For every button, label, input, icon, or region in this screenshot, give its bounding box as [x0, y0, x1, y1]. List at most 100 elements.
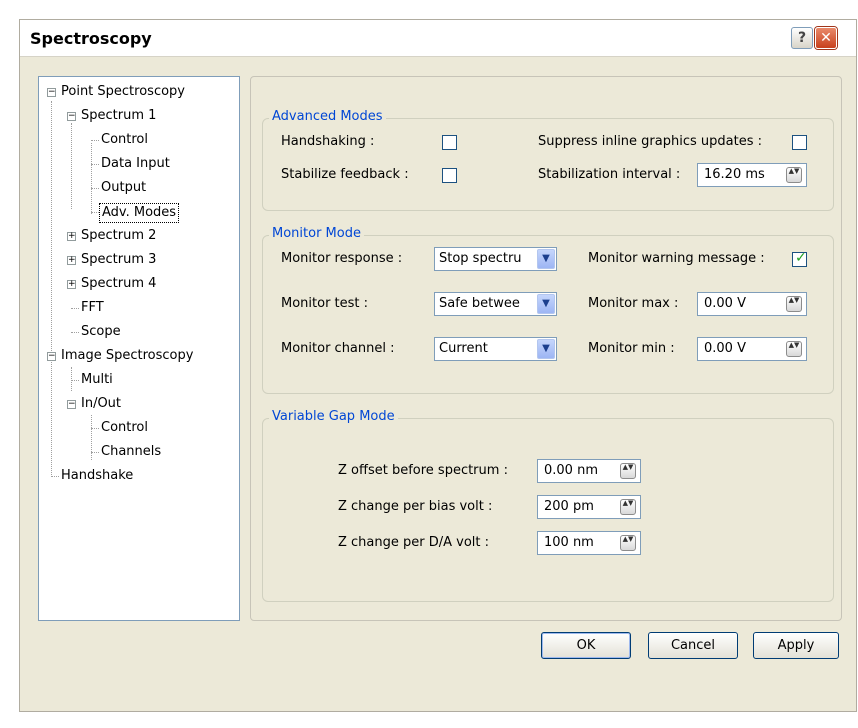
spin-icon[interactable]: ▲▼ — [786, 167, 802, 183]
spin-icon[interactable]: ▲▼ — [786, 341, 802, 357]
monitor-channel-select[interactable]: Current ▼ — [434, 337, 557, 361]
tree-item-image-spectroscopy[interactable]: Image Spectroscopy — [61, 347, 193, 365]
advanced-modes-title: Advanced Modes — [269, 109, 386, 124]
tree-line — [71, 332, 79, 333]
suppress-label: Suppress inline graphics updates : — [538, 134, 762, 149]
ok-button[interactable]: OK — [541, 632, 631, 659]
advanced-modes-group: Advanced Modes Handshaking : Suppress in… — [262, 109, 834, 211]
cancel-button[interactable]: Cancel — [648, 632, 738, 659]
tree-item-scope[interactable]: Scope — [81, 323, 121, 341]
stabilize-checkbox[interactable] — [442, 168, 457, 183]
warning-checkbox[interactable]: ✓ — [792, 250, 807, 267]
monitor-max-spinner[interactable]: 0.00 V ▲▼ — [697, 292, 807, 316]
tree-item-control[interactable]: Control — [101, 131, 148, 149]
monitor-test-label: Monitor test : — [281, 296, 369, 311]
tree-item-spectrum-4[interactable]: Spectrum 4 — [81, 275, 156, 293]
monitor-response-select[interactable]: Stop spectru ▼ — [434, 247, 557, 271]
monitor-channel-value: Current — [439, 341, 488, 356]
collapse-icon[interactable]: − — [47, 352, 56, 361]
tree-line — [91, 428, 99, 429]
z-bias-value: 200 pm — [544, 499, 594, 514]
tree-line — [51, 101, 52, 477]
tree-item-fft[interactable]: FFT — [81, 299, 104, 317]
z-offset-spinner[interactable]: 0.00 nm ▲▼ — [537, 459, 641, 483]
spin-icon[interactable]: ▲▼ — [620, 499, 636, 515]
suppress-checkbox[interactable] — [792, 135, 807, 150]
monitor-min-label: Monitor min : — [588, 341, 675, 356]
interval-spinner[interactable]: 16.20 ms ▲▼ — [697, 163, 807, 187]
navigation-tree[interactable]: − Point Spectroscopy − Spectrum 1 Contro… — [38, 76, 240, 621]
z-bias-label: Z change per bias volt : — [338, 499, 493, 514]
monitor-max-label: Monitor max : — [588, 296, 679, 311]
tree-line — [71, 380, 79, 381]
tree-item-io-control[interactable]: Control — [101, 419, 148, 437]
expand-icon[interactable]: + — [67, 232, 76, 241]
collapse-icon[interactable]: − — [67, 400, 76, 409]
variable-gap-group: Variable Gap Mode Z offset before spectr… — [262, 409, 834, 602]
collapse-icon[interactable]: − — [47, 88, 56, 97]
tree-item-point-spectroscopy[interactable]: Point Spectroscopy — [61, 83, 185, 101]
settings-panel: Advanced Modes Handshaking : Suppress in… — [250, 76, 842, 621]
monitor-max-value: 0.00 V — [704, 296, 746, 311]
tree-item-spectrum-2[interactable]: Spectrum 2 — [81, 227, 156, 245]
z-offset-label: Z offset before spectrum : — [338, 463, 508, 478]
spin-icon[interactable]: ▲▼ — [786, 296, 802, 312]
chevron-down-icon[interactable]: ▼ — [537, 339, 555, 359]
tree-line — [91, 143, 92, 214]
spin-icon[interactable]: ▲▼ — [620, 463, 636, 479]
expand-icon[interactable]: + — [67, 280, 76, 289]
tree-item-output[interactable]: Output — [101, 179, 146, 197]
chevron-down-icon[interactable]: ▼ — [537, 294, 555, 314]
title-bar[interactable]: Spectroscopy ? ✕ — [20, 20, 856, 57]
spin-icon[interactable]: ▲▼ — [620, 535, 636, 551]
handshaking-checkbox[interactable] — [442, 135, 457, 150]
tree-item-spectrum-1[interactable]: Spectrum 1 — [81, 107, 156, 125]
z-da-spinner[interactable]: 100 nm ▲▼ — [537, 531, 641, 555]
interval-label: Stabilization interval : — [538, 167, 681, 182]
tree-line — [71, 123, 72, 209]
interval-value: 16.20 ms — [704, 167, 765, 182]
monitor-test-select[interactable]: Safe betwee ▼ — [434, 292, 557, 316]
tree-line — [91, 140, 99, 141]
stabilize-label: Stabilize feedback : — [281, 167, 409, 182]
chevron-down-icon[interactable]: ▼ — [537, 249, 555, 269]
tree-line — [91, 415, 92, 460]
tree-item-handshake[interactable]: Handshake — [61, 467, 133, 485]
z-bias-spinner[interactable]: 200 pm ▲▼ — [537, 495, 641, 519]
tree-line — [71, 367, 72, 391]
handshaking-label: Handshaking : — [281, 134, 375, 149]
tree-line — [91, 188, 99, 189]
monitor-mode-group: Monitor Mode Monitor response : Stop spe… — [262, 226, 834, 394]
z-da-value: 100 nm — [544, 535, 594, 550]
z-da-label: Z change per D/A volt : — [338, 535, 490, 550]
tree-line — [71, 308, 79, 309]
tree-item-adv-modes[interactable]: Adv. Modes — [99, 203, 180, 223]
tree-line — [91, 452, 99, 453]
spectroscopy-dialog: Spectroscopy ? ✕ − Point Spectroscopy − … — [19, 19, 857, 712]
tree-item-data-input[interactable]: Data Input — [101, 155, 170, 173]
tree-item-channels[interactable]: Channels — [101, 443, 161, 461]
help-button[interactable]: ? — [791, 27, 813, 49]
apply-button[interactable]: Apply — [753, 632, 839, 659]
tree-line — [91, 212, 99, 213]
variable-gap-title: Variable Gap Mode — [269, 409, 398, 424]
dialog-title: Spectroscopy — [30, 29, 152, 48]
monitor-test-value: Safe betwee — [439, 296, 520, 311]
monitor-min-value: 0.00 V — [704, 341, 746, 356]
monitor-mode-title: Monitor Mode — [269, 226, 364, 241]
z-offset-value: 0.00 nm — [544, 463, 598, 478]
expand-icon[interactable]: + — [67, 256, 76, 265]
warning-label: Monitor warning message : — [588, 251, 765, 266]
tree-item-multi[interactable]: Multi — [81, 371, 113, 389]
collapse-icon[interactable]: − — [67, 112, 76, 121]
monitor-response-value: Stop spectru — [439, 251, 522, 266]
tree-line — [91, 164, 99, 165]
monitor-min-spinner[interactable]: 0.00 V ▲▼ — [697, 337, 807, 361]
monitor-channel-label: Monitor channel : — [281, 341, 395, 356]
tree-item-spectrum-3[interactable]: Spectrum 3 — [81, 251, 156, 269]
tree-line — [51, 476, 59, 477]
monitor-response-label: Monitor response : — [281, 251, 403, 266]
close-button[interactable]: ✕ — [815, 27, 837, 49]
check-icon: ✓ — [795, 250, 807, 266]
tree-item-in-out[interactable]: In/Out — [81, 395, 121, 413]
